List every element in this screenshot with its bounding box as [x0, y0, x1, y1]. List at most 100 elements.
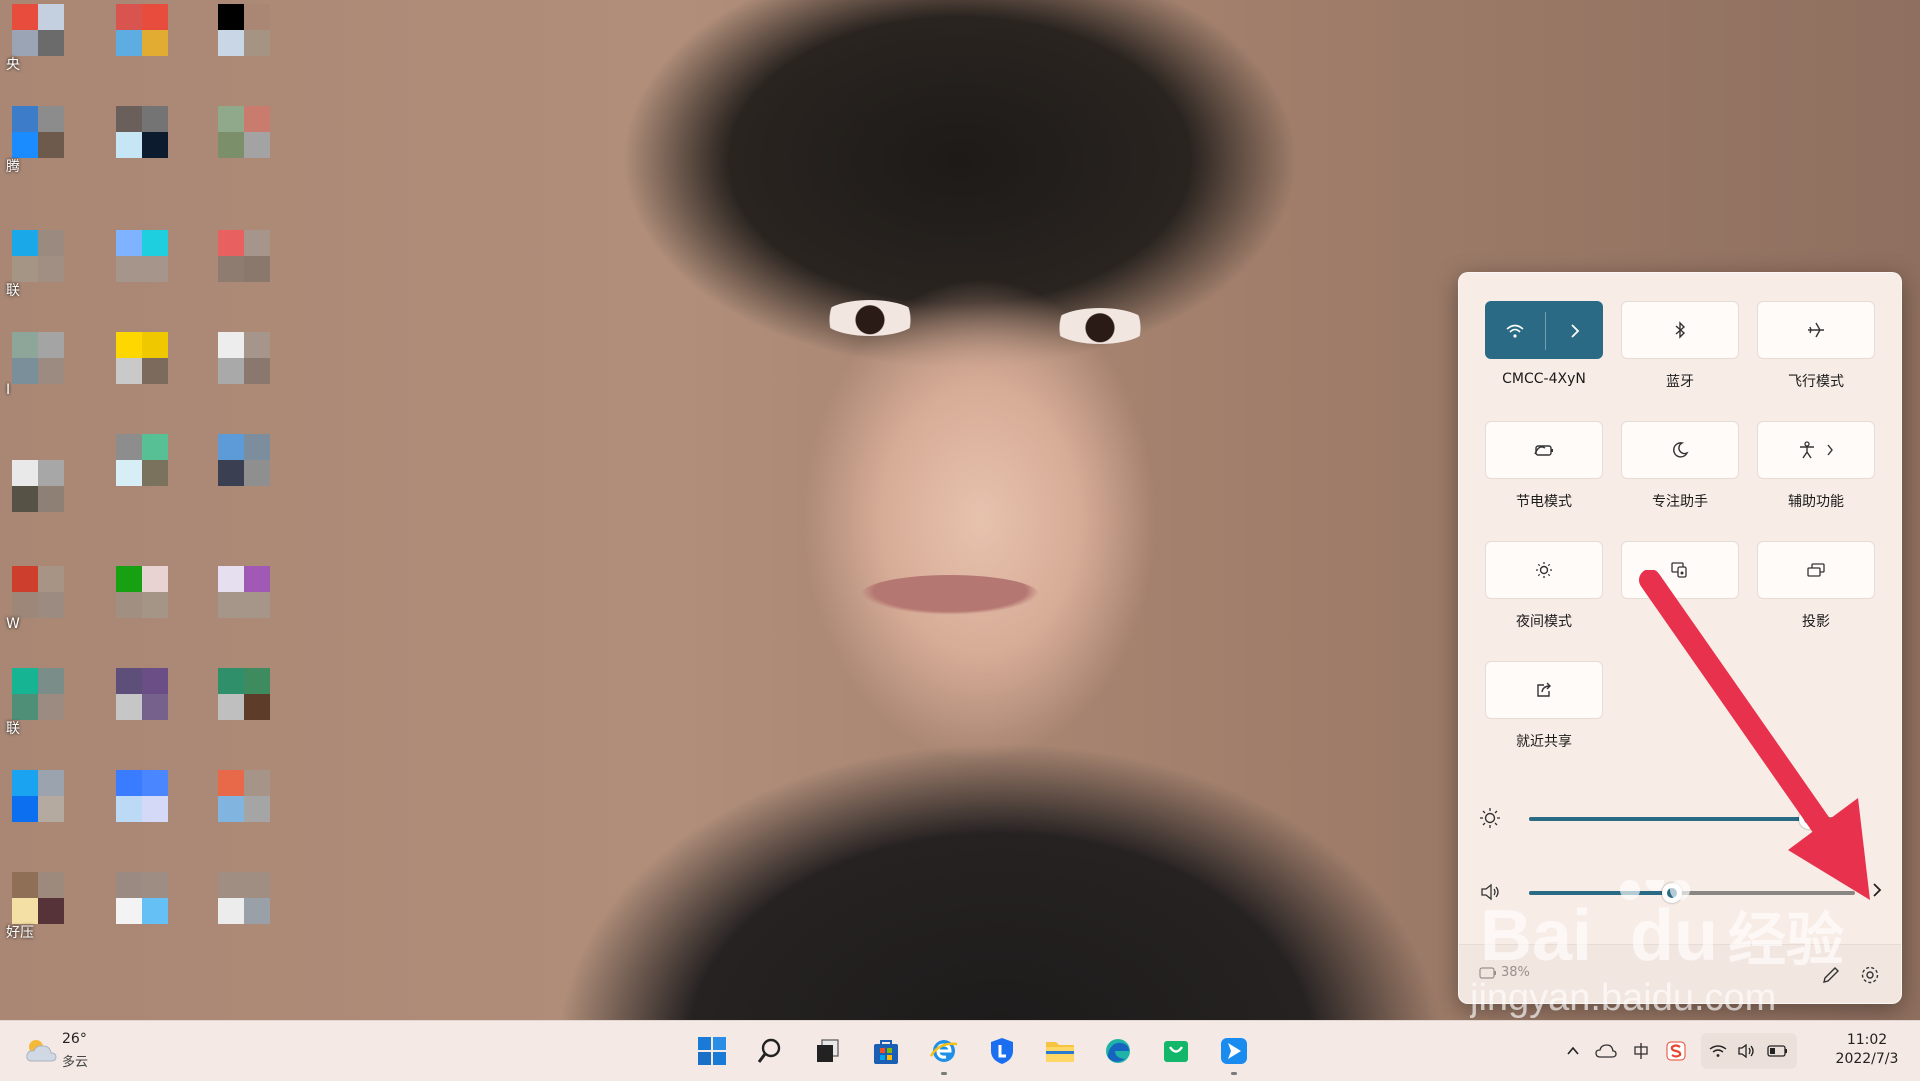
- desktop-icon-label: 央: [6, 57, 20, 73]
- volume-tray-icon: [1738, 1043, 1754, 1059]
- search-button[interactable]: [748, 1029, 792, 1073]
- sogou-input-icon[interactable]: [1665, 1040, 1687, 1062]
- desktop-icon-label: I: [6, 382, 11, 398]
- desktop-icon[interactable]: [218, 770, 274, 846]
- desktop-icon[interactable]: [12, 460, 68, 536]
- desktop-icon[interactable]: 央: [6, 4, 68, 80]
- wifi-toggle-button[interactable]: [1485, 301, 1603, 359]
- desktop-icon[interactable]: 腾: [6, 106, 68, 182]
- weather-widget[interactable]: 26° 多云: [20, 1029, 110, 1073]
- bluetooth-toggle-button[interactable]: [1621, 301, 1739, 359]
- focus-assist-button[interactable]: [1621, 421, 1739, 479]
- task-view-icon: [817, 1039, 839, 1062]
- desktop-icon[interactable]: [218, 230, 274, 306]
- paper-plane-icon: [1221, 1038, 1247, 1064]
- desktop-icon[interactable]: 联: [6, 230, 68, 306]
- green-bag-app[interactable]: [1154, 1029, 1198, 1073]
- onedrive-cloud-icon[interactable]: [1595, 1043, 1617, 1059]
- desktop-icon[interactable]: [218, 434, 274, 510]
- desktop-icon[interactable]: [116, 332, 172, 408]
- desktop-icon[interactable]: [218, 4, 274, 80]
- airplane-mode-button[interactable]: [1757, 301, 1875, 359]
- battery-tray-icon: [1767, 1045, 1787, 1057]
- tile-label: 就近共享: [1516, 734, 1572, 750]
- system-tray: [1565, 1029, 1797, 1073]
- taskbar: 26° 多云 11:02 2022/7/3: [0, 1020, 1920, 1081]
- taskbar-app-list: [690, 1029, 1256, 1075]
- watermark-url: jingyan.baidu.com: [1470, 977, 1776, 1019]
- chevron-up-icon[interactable]: [1565, 1043, 1581, 1059]
- quick-settings-tray-button[interactable]: [1701, 1033, 1797, 1069]
- start-button[interactable]: [690, 1029, 734, 1073]
- desktop-icon[interactable]: 好压: [6, 872, 68, 948]
- desktop-icon[interactable]: [116, 566, 172, 642]
- desktop-icon-label: W: [6, 616, 20, 632]
- desktop-icon[interactable]: W: [6, 566, 68, 642]
- desktop-icon[interactable]: [116, 770, 172, 846]
- folder-icon: [1046, 1042, 1074, 1062]
- watermark-brand-2: du: [1630, 896, 1718, 976]
- clock-date: 2022/7/3: [1835, 1051, 1899, 1067]
- desktop-icon[interactable]: [116, 230, 172, 306]
- accessibility-icon: [1800, 441, 1814, 459]
- wallpaper-mouth: [860, 575, 1040, 615]
- desktop-icon[interactable]: I: [6, 332, 68, 408]
- desktop-icon[interactable]: [218, 668, 274, 744]
- baidu-watermark: Bai du 经验 jingyan.baidu.com: [1469, 873, 1920, 1030]
- bluetooth-icon: [1675, 321, 1686, 339]
- desktop-icon[interactable]: [116, 106, 172, 182]
- weather-temperature: 26°: [62, 1031, 87, 1047]
- file-explorer-app[interactable]: [1038, 1029, 1082, 1073]
- watermark-cn: 经验: [1728, 906, 1844, 974]
- search-icon: [757, 1038, 781, 1063]
- tile-wifi: CMCC-4XyN: [1485, 301, 1603, 411]
- taskbar-clock[interactable]: 11:02 2022/7/3: [1822, 1031, 1912, 1069]
- shopping-bag-icon: [1164, 1041, 1188, 1062]
- battery-saver-button[interactable]: [1485, 421, 1603, 479]
- chevron-right-icon: [1827, 444, 1833, 456]
- desktop-icon[interactable]: 联: [6, 668, 68, 744]
- feishu-app[interactable]: [1212, 1029, 1256, 1075]
- desktop-icon[interactable]: [116, 872, 172, 948]
- share-icon: [1537, 682, 1551, 697]
- desktop-icon-area: 央 腾 联 I W 联 好压: [0, 0, 330, 1020]
- wallpaper-right-eye: [1052, 308, 1148, 344]
- cloudy-weather-icon: [26, 1040, 57, 1062]
- windows-logo-icon: [698, 1037, 726, 1065]
- accessibility-button[interactable]: [1757, 421, 1875, 479]
- task-view-button[interactable]: [806, 1029, 850, 1073]
- tile-airplane: 飞行模式: [1757, 301, 1875, 411]
- desktop-icon[interactable]: [116, 434, 172, 510]
- tile-label: 辅助功能: [1788, 494, 1844, 510]
- blue-shield-app[interactable]: [980, 1029, 1024, 1073]
- desktop-icon[interactable]: [218, 566, 274, 642]
- store-icon: [874, 1040, 898, 1064]
- night-light-button[interactable]: [1485, 541, 1603, 599]
- desktop-icon[interactable]: [218, 872, 274, 948]
- shield-app-icon: [991, 1038, 1013, 1064]
- tile-focus-assist: 专注助手: [1621, 421, 1739, 531]
- brightness-sun-icon: [1480, 808, 1500, 828]
- edge-browser-app[interactable]: [1096, 1029, 1140, 1073]
- microsoft-store-app[interactable]: [864, 1029, 908, 1073]
- tile-label: CMCC-4XyN: [1502, 371, 1586, 387]
- tile-night-light: 夜间模式: [1485, 541, 1603, 651]
- desktop-icon[interactable]: [116, 668, 172, 744]
- watermark-brand: Bai: [1480, 896, 1592, 976]
- wifi-tray-icon: [1709, 1045, 1727, 1057]
- wifi-icon[interactable]: [1486, 302, 1545, 360]
- tile-label: 蓝牙: [1666, 374, 1694, 390]
- wifi-chevron-right-icon[interactable]: [1546, 302, 1605, 360]
- ie-browser-app[interactable]: [922, 1029, 966, 1075]
- nearby-share-button[interactable]: [1485, 661, 1603, 719]
- desktop-icon-label: 好压: [6, 925, 34, 941]
- sun-icon: [1536, 562, 1552, 578]
- desktop-icon[interactable]: [12, 770, 68, 846]
- desktop-icon-label: 腾: [6, 159, 20, 175]
- input-method-icon[interactable]: [1631, 1041, 1651, 1061]
- desktop-icon[interactable]: [218, 106, 274, 182]
- annotation-arrow: [1639, 570, 1870, 900]
- desktop-icon[interactable]: [116, 4, 172, 80]
- desktop-icon[interactable]: [218, 332, 274, 408]
- baidu-logo-watermark: Bai du 经验 jingyan.baidu.com: [1469, 873, 1844, 1019]
